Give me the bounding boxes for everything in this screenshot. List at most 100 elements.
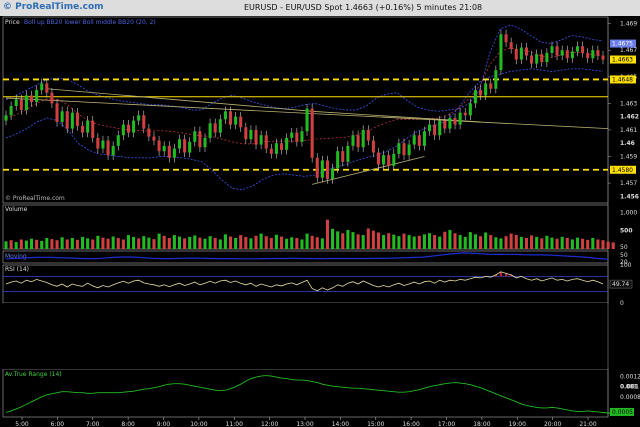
candle-body [494,70,498,89]
candle-body [162,145,166,152]
pane-frame-rsi [2,264,609,304]
candle-body [392,153,396,166]
y-tick-label-rsi: 0 [620,300,624,307]
candle-body [86,120,90,133]
volume-bar [285,238,289,249]
candle-body [596,50,600,56]
x-tick-label: 8:00 [121,421,135,427]
candle-body [60,111,64,122]
candle-body [320,160,324,178]
volume-bar [392,234,396,249]
volume-bar [514,235,518,249]
volume-bar [234,238,238,249]
candle-body [50,92,54,104]
candle-body [167,145,171,158]
volume-bar [575,237,580,249]
volume-bar [586,239,590,249]
volume-bar [213,238,217,249]
volume-bar [4,241,8,249]
volume-bar [218,239,222,249]
y-tick-label: 1.461 [620,127,637,134]
x-tick-label: 19:00 [509,421,526,427]
candle-body [448,117,452,129]
volume-bar [121,239,125,249]
bollinger-lower [5,68,604,191]
candle-body [40,83,44,91]
rsi-last-label: 49.74 [612,281,629,288]
x-tick-label: 17:00 [438,421,455,427]
candle-body [535,54,539,64]
volume-bar [223,234,227,249]
candle-body [106,140,110,156]
last-label-2: 1.4675 [612,41,633,48]
candle-body [121,124,125,136]
candle-body [586,52,590,59]
volume-bar [336,231,340,249]
candle-body [443,120,447,129]
candle-body [183,139,187,153]
candle-body [193,131,197,142]
candle-body [55,103,59,122]
volume-bar [193,235,197,249]
y-tick-label: 1.459 [620,154,637,161]
volume-bar [438,236,442,249]
candle-body [4,115,8,121]
pane-title-atr: Av.True Range (14) [5,371,62,378]
volume-bar [412,236,416,249]
y-tick-label: 1.467 [620,47,637,54]
candle-body [305,108,309,132]
volume-bar [453,233,457,249]
volume-bar [458,235,462,249]
candle-body [188,141,192,153]
last-price-label: 1.4663 [612,57,633,64]
chart-canvas[interactable]: 5:00 6:00 7:00 8:00 9:00 10:00 11:00 12:00 13:00… [0,0,640,427]
candle-body [137,115,141,121]
volume-bar [479,236,483,249]
volume-bar [550,237,554,249]
candle-body [565,50,569,59]
candle-body [244,127,248,140]
candle-body [524,47,528,56]
volume-bar [96,235,100,249]
candle-body [376,152,381,165]
volume-bar [228,236,233,249]
candle-body [463,112,467,116]
volume-bar [147,237,151,249]
volume-bar [387,233,391,249]
volume-bar [596,239,600,249]
y-tick-label-bold: 1.456 [620,193,639,200]
candle-body [228,111,233,125]
candle-body [540,54,544,63]
volume-bar [259,233,263,249]
candle-body [514,48,518,60]
candle-body [351,135,355,146]
candle-body [591,50,595,59]
candle-body [254,129,258,145]
volume-bar [152,239,156,249]
volume-bar [295,238,299,249]
candle-body [427,124,432,132]
volume-bar [530,235,534,249]
candle-body [581,46,585,53]
volume-bar [70,238,74,249]
volume-bar [14,242,18,249]
volume-bar [65,239,69,249]
volume-bar [489,235,493,249]
candle-body [504,34,508,43]
volume-bar [601,240,605,249]
volume-bar [75,239,79,249]
y-tick-label-bold: 1.462 [620,114,639,121]
candle-body [468,103,472,116]
pane-title-volume: Volume [5,206,28,213]
trendline [46,88,313,112]
y-tick-label-rsi: 100 [620,262,632,269]
volume-bar [19,239,23,249]
candle-body [417,135,421,146]
volume-bar [606,241,610,249]
candle-body [157,140,161,152]
candle-body [24,95,28,110]
candle-body [433,124,437,136]
volume-bar [305,233,309,249]
candle-body [489,83,493,89]
volume-bar [55,240,59,249]
